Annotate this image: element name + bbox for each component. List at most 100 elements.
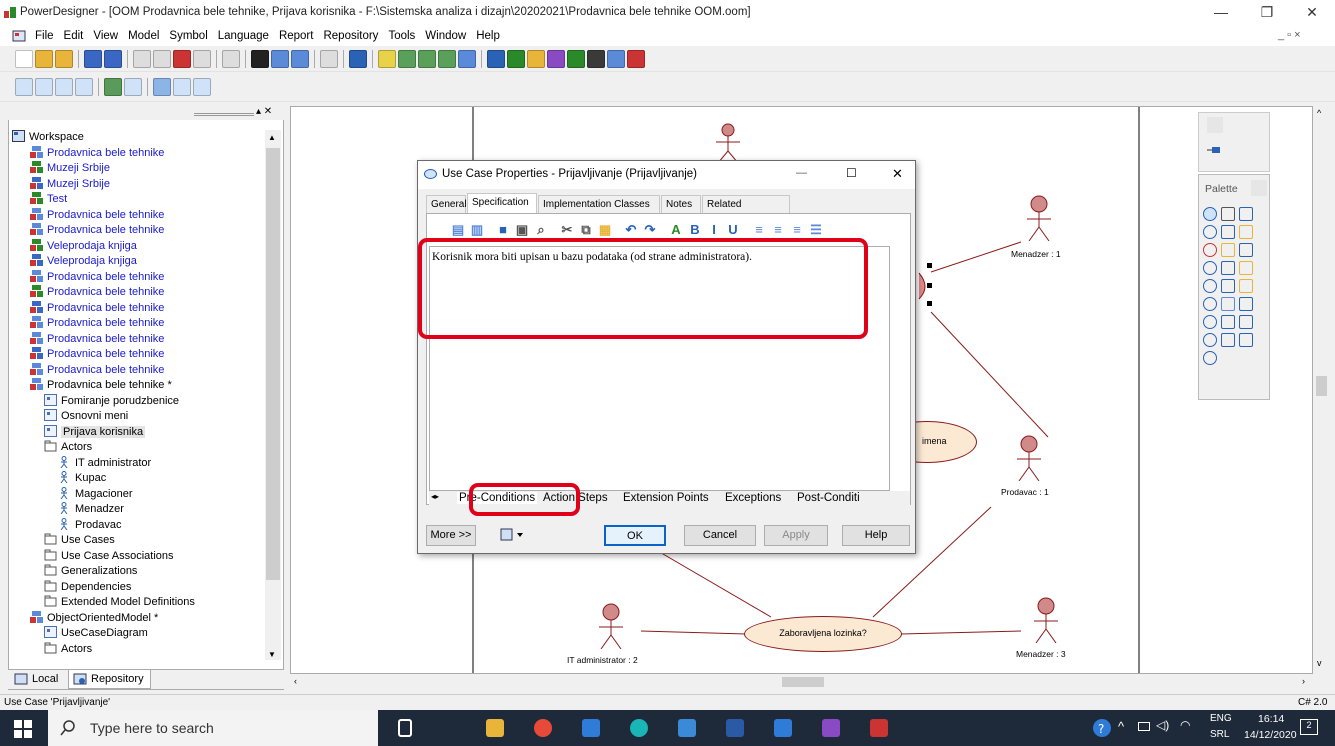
- canvas-horizontal-scrollbar[interactable]: ‹ ›: [290, 674, 1313, 690]
- toolbar2-icon-2[interactable]: [35, 78, 53, 96]
- menu-repository[interactable]: Repository: [318, 26, 383, 46]
- palette-close[interactable]: [1251, 180, 1267, 196]
- tree-node[interactable]: Prodavnica bele tehnike: [30, 207, 164, 223]
- toolbar-icon-26[interactable]: [587, 50, 605, 68]
- menu-edit[interactable]: Edit: [59, 26, 89, 46]
- italic-icon[interactable]: I: [706, 222, 722, 238]
- actor-prodavac-1[interactable]: [1014, 435, 1044, 481]
- restore-button[interactable]: ❐: [1244, 0, 1290, 26]
- toolbar-icon-11[interactable]: [251, 50, 269, 68]
- tree-node[interactable]: Prodavnica bele tehnike: [30, 300, 164, 316]
- dialog-tab-notes[interactable]: Notes: [661, 195, 701, 214]
- help-button[interactable]: Help: [842, 525, 910, 546]
- toolbar-icon-27[interactable]: [607, 50, 625, 68]
- copy-icon[interactable]: ⧉: [578, 222, 594, 238]
- subtab-post-conditi[interactable]: Post-Conditi: [797, 492, 860, 504]
- dialog-tab-implementation-classes[interactable]: Implementation Classes: [538, 195, 660, 214]
- menu-report[interactable]: Report: [274, 26, 319, 46]
- zoom-view-tool-icon[interactable]: [1221, 225, 1235, 239]
- interface-tool-icon[interactable]: [1221, 297, 1235, 311]
- ellipse-tool-icon[interactable]: [1203, 333, 1217, 347]
- toolbar-icon-20[interactable]: [458, 50, 476, 68]
- tree-node[interactable]: Actors: [44, 642, 92, 657]
- dialog-tab-specification[interactable]: Specification: [467, 193, 537, 214]
- tree-node[interactable]: Prodavnica bele tehnike: [30, 269, 164, 285]
- tree-node[interactable]: Menadzer: [58, 502, 124, 517]
- tree-node[interactable]: Prodavnica bele tehnike: [30, 145, 164, 161]
- toolbar-icon-2[interactable]: [35, 50, 53, 68]
- tree-node[interactable]: Actors: [44, 440, 92, 455]
- toolbar-icon-10[interactable]: [222, 50, 240, 68]
- lang-bottom[interactable]: SRL: [1210, 729, 1229, 740]
- toolbar-icon-17[interactable]: [398, 50, 416, 68]
- toolbar-icon-3[interactable]: [55, 50, 73, 68]
- menu-view[interactable]: View: [88, 26, 123, 46]
- menu-window[interactable]: Window: [420, 26, 471, 46]
- align-right-icon[interactable]: ≡: [789, 222, 805, 238]
- dialog-minimize-button[interactable]: —: [796, 167, 807, 179]
- dialog-tab-related-diagrams[interactable]: Related Diagrams: [702, 195, 790, 228]
- cancel-button[interactable]: Cancel: [684, 525, 756, 546]
- tree-node[interactable]: Prodavnica bele tehnike *: [30, 378, 172, 393]
- toolbar-icon-5[interactable]: [104, 50, 122, 68]
- toolbar2-icon-8[interactable]: [173, 78, 191, 96]
- tree-node[interactable]: Prodavac: [58, 517, 121, 533]
- properties-menu-icon[interactable]: [500, 527, 526, 543]
- tree-node[interactable]: Veleprodaja knjiga: [30, 238, 137, 254]
- toolbar-icon-9[interactable]: [193, 50, 211, 68]
- rectangle-tool-icon[interactable]: [1239, 315, 1253, 329]
- tree-node[interactable]: Prijava korisnika: [44, 424, 146, 440]
- menu-tools[interactable]: Tools: [383, 26, 420, 46]
- canvas-scroll-down-icon[interactable]: v: [1317, 658, 1322, 668]
- clock-time[interactable]: 16:14: [1258, 713, 1284, 725]
- store-taskbar-icon[interactable]: [582, 719, 600, 737]
- toolbar-icon-18[interactable]: [418, 50, 436, 68]
- toolbar-icon-6[interactable]: [133, 50, 151, 68]
- polyline-tool-icon[interactable]: [1239, 333, 1253, 347]
- scroll-up-icon[interactable]: ▲: [268, 133, 276, 142]
- toolbar-icon-4[interactable]: [84, 50, 102, 68]
- windows-start-icon[interactable]: [14, 720, 32, 738]
- font-color-icon[interactable]: A: [668, 222, 684, 238]
- menu-language[interactable]: Language: [213, 26, 274, 46]
- lang-top[interactable]: ENG: [1210, 713, 1232, 724]
- vscode-like-taskbar-icon[interactable]: [678, 719, 696, 737]
- underline-icon[interactable]: U: [725, 222, 741, 238]
- toolbar-icon-24[interactable]: [547, 50, 565, 68]
- toolbar2-icon-6[interactable]: [124, 78, 142, 96]
- toolbar-icon-22[interactable]: [507, 50, 525, 68]
- subtab-exceptions[interactable]: Exceptions: [725, 492, 781, 504]
- scroll-left-icon[interactable]: ‹: [294, 676, 297, 686]
- ok-button[interactable]: OK: [604, 525, 666, 546]
- find-icon[interactable]: ⌕: [533, 222, 549, 238]
- panel-controls[interactable]: ▴ ✕: [256, 106, 272, 117]
- powerdesigner-taskbar-icon[interactable]: [870, 719, 888, 737]
- usecase-zaboravljena-lozinka[interactable]: Zaboravljena lozinka?: [744, 616, 902, 652]
- tree-node[interactable]: Prodavnica bele tehnike: [30, 362, 164, 378]
- tree-node[interactable]: Veleprodaja knjiga: [30, 254, 137, 269]
- chrome-taskbar-icon[interactable]: [534, 719, 552, 737]
- tree-scrollbar-thumb[interactable]: [266, 148, 280, 580]
- apply-button[interactable]: Apply: [764, 525, 828, 546]
- bold-icon[interactable]: B: [687, 222, 703, 238]
- generalization-tool-icon[interactable]: [1203, 297, 1217, 311]
- zoom-in-tool-icon[interactable]: [1239, 207, 1253, 221]
- scroll-down-icon[interactable]: ▼: [268, 650, 276, 659]
- toolbar-icon-23[interactable]: [527, 50, 545, 68]
- tab-repository[interactable]: Repository: [68, 670, 151, 689]
- minimize-button[interactable]: —: [1198, 0, 1244, 26]
- style-icon[interactable]: ▤: [450, 222, 466, 238]
- paste-icon[interactable]: ▦: [597, 222, 613, 238]
- zoom-out-tool-icon[interactable]: [1203, 225, 1217, 239]
- align-center-icon[interactable]: ≡: [770, 222, 786, 238]
- format-icon[interactable]: ▥: [469, 222, 485, 238]
- cut-tool-icon[interactable]: [1203, 243, 1217, 257]
- subtab-prev-icon[interactable]: ◂▸: [431, 492, 439, 501]
- tree-node[interactable]: Prodavnica bele tehnike: [30, 316, 164, 331]
- pointer-tool-icon[interactable]: [1207, 143, 1223, 157]
- toolbar-icon-7[interactable]: [153, 50, 171, 68]
- package-tool-icon[interactable]: [1239, 261, 1253, 275]
- actor-top[interactable]: [713, 123, 743, 163]
- menu-file[interactable]: File: [30, 26, 59, 46]
- dialog-maximize-button[interactable]: ☐: [846, 166, 857, 180]
